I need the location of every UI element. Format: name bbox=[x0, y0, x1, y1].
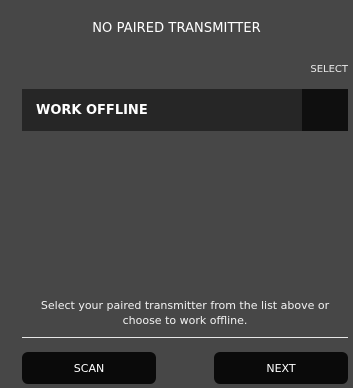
work-offline-select-cell[interactable] bbox=[302, 89, 348, 131]
next-button[interactable]: NEXT bbox=[214, 352, 348, 384]
divider bbox=[22, 337, 348, 338]
page-title: NO PAIRED TRANSMITTER bbox=[92, 21, 261, 36]
instruction-text: Select your paired transmitter from the … bbox=[40, 299, 330, 327]
pairing-screen: NO PAIRED TRANSMITTER SELECT WORK OFFLIN… bbox=[0, 0, 353, 388]
select-column-header: SELECT bbox=[310, 64, 348, 75]
list-item-work-offline[interactable]: WORK OFFLINE bbox=[22, 89, 302, 131]
scan-button[interactable]: SCAN bbox=[22, 352, 156, 384]
